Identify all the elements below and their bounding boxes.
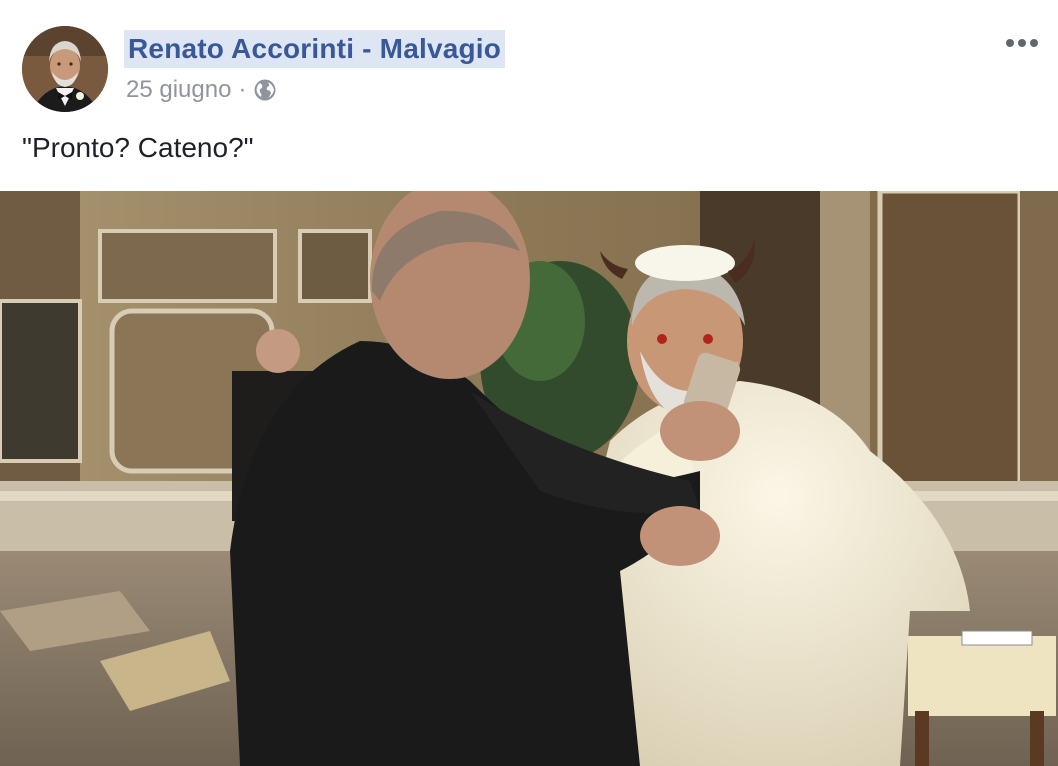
globe-icon[interactable] [253,78,277,102]
post-text: "Pronto? Cateno?" [22,132,254,163]
more-options-dot [1018,39,1026,47]
author-avatar[interactable] [22,26,108,112]
meta-separator: · [238,76,247,103]
post-meta: 25 giugno · [126,76,277,104]
author-name-link[interactable]: Renato Accorinti - Malvagio [124,30,506,68]
more-options-dot [1030,39,1038,47]
facebook-post: Renato Accorinti - Malvagio 25 giugno · … [0,0,1058,766]
more-options-button[interactable] [1000,28,1044,58]
post-header: Renato Accorinti - Malvagio 25 giugno · [0,0,1058,120]
more-options-icon [1006,39,1014,47]
post-date-link[interactable]: 25 giugno [126,76,231,104]
post-photo[interactable] [0,191,1058,766]
